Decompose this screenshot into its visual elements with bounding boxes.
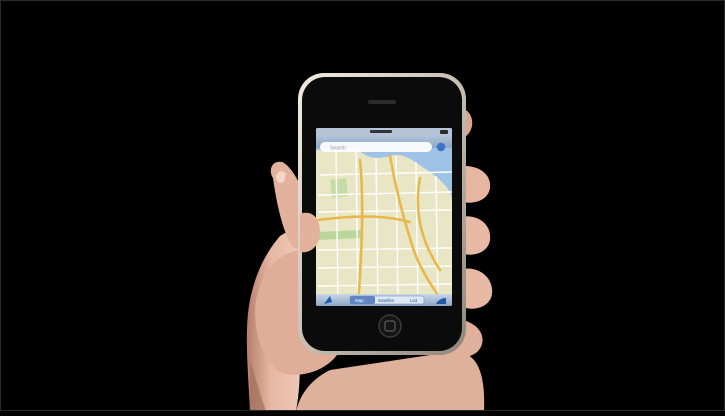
earpiece <box>368 100 396 104</box>
photo-scene: Search Map Satellite List <box>0 0 725 411</box>
phone: Search Map Satellite List <box>298 73 466 355</box>
search-placeholder: Search <box>330 146 346 152</box>
tab-list: List <box>410 298 418 303</box>
battery-icon <box>440 130 448 134</box>
tab-satellite: Satellite <box>378 298 395 303</box>
bookmarks-icon <box>436 142 446 152</box>
phone-screen: Search Map Satellite List <box>316 128 452 306</box>
tab-map: Map <box>355 298 364 303</box>
home-button[interactable] <box>378 314 402 338</box>
